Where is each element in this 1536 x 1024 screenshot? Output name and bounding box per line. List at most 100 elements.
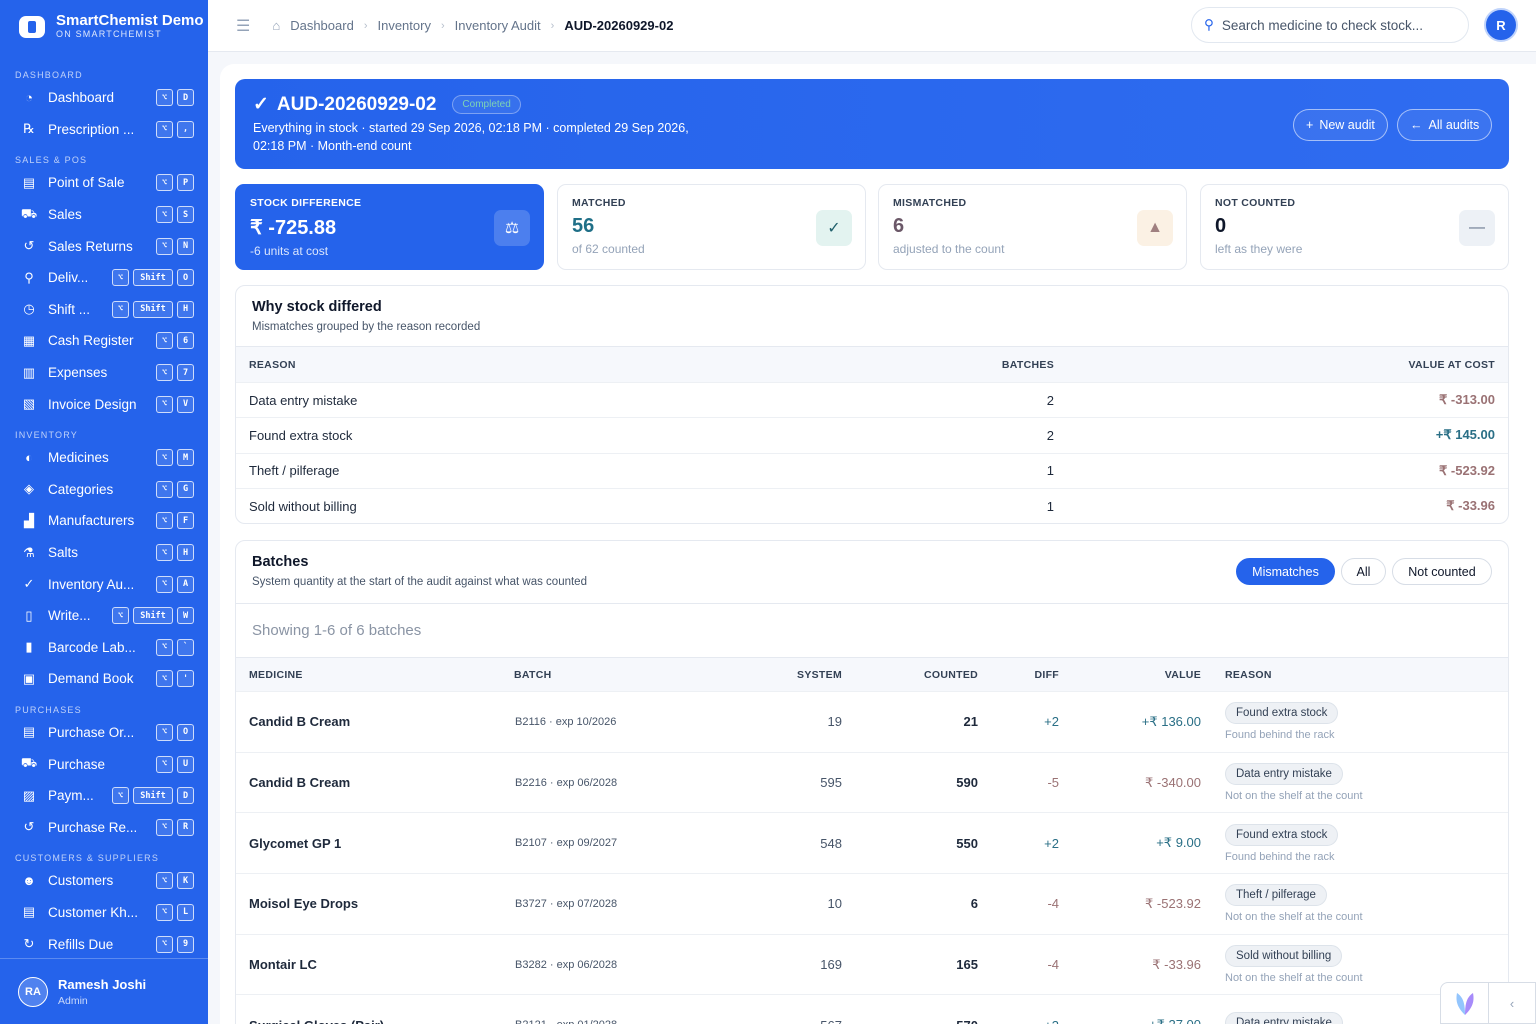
diff-value: ₹ -523.92 — [1145, 895, 1201, 911]
shortcut-key: V — [177, 395, 194, 413]
audit-header: ✓ AUD-20260929-02 Completed Everything i… — [235, 79, 1509, 169]
sidebar-item-sales[interactable]: ⛟ Sales ⌥ S — [0, 199, 208, 231]
sidebar-item-point-of-sale[interactable]: ▤ Point of Sale ⌥ P — [0, 167, 208, 199]
corner-widget: ‹ — [1440, 982, 1536, 1024]
topbar: ☰ ⌂ Dashboard › Inventory › Inventory Au… — [208, 0, 1536, 52]
stat-label: MISMATCHED — [893, 197, 967, 209]
leaf-logo-icon[interactable] — [1441, 983, 1489, 1023]
user-role: Admin — [58, 994, 88, 1007]
sidebar: SmartChemist Demo ON SMARTCHEMIST DASHBO… — [0, 0, 208, 1024]
showing-count: Showing 1-6 of 6 batches — [236, 603, 1508, 657]
shortcut-key: ⌥ — [156, 364, 173, 382]
reason-cell: Data entry mistake Not on the shelf at th… — [1225, 753, 1363, 813]
shortcut-key: O — [177, 269, 194, 287]
search-icon: ⚲ — [1204, 17, 1214, 32]
sidebar-item-label: Customer Kh... — [48, 904, 139, 920]
sidebar-item-customers[interactable]: ☻ Customers ⌥ K — [0, 865, 208, 897]
sidebar-item-refills-due[interactable]: ↻ Refills Due ⌥ 9 — [0, 928, 208, 958]
shortcut-key: ⌥ — [156, 512, 173, 530]
sidebar-section-title: SALES & POS — [15, 155, 88, 166]
brand[interactable]: SmartChemist Demo ON SMARTCHEMIST — [0, 0, 208, 52]
brand-name: SmartChemist Demo — [56, 11, 204, 29]
sidebar-item-label: Deliv... — [48, 270, 89, 286]
table-row: Moisol Eye Drops B3727 · exp 07/2028 10 6 -4… — [236, 873, 1508, 934]
audit-id: AUD-20260929-02 — [276, 93, 437, 115]
filter-not-counted[interactable]: Not counted — [1392, 558, 1492, 585]
user-profile[interactable]: RA Ramesh Joshi Admin — [0, 958, 208, 1024]
cart-icon: ⛟ — [20, 205, 38, 221]
shortcut-key: ⌥ — [156, 575, 173, 593]
sidebar-item-medicines[interactable]: ◐ Medicines ⌥ M — [0, 442, 208, 474]
medicine-name[interactable]: Moisol Eye Drops — [249, 874, 358, 934]
reason-note: Not on the shelf at the count — [1225, 911, 1363, 924]
medicine-name[interactable]: Candid B Cream — [249, 753, 350, 813]
medicine-name[interactable]: Candid B Cream — [249, 692, 350, 752]
breadcrumb-dashboard[interactable]: Dashboard — [290, 18, 354, 33]
stat-value: ₹ -725.88 — [250, 217, 337, 239]
reason-pill: Data entry mistake — [1225, 763, 1343, 786]
sidebar-item-inventory-au[interactable]: ✓ Inventory Au... ⌥ A — [0, 568, 208, 600]
col-diff: DIFF — [1034, 668, 1059, 681]
shortcut-key: ⌥ — [156, 723, 173, 741]
sidebar-item-expenses[interactable]: ▥ Expenses ⌥ 7 — [0, 357, 208, 389]
stat-label: MATCHED — [572, 197, 626, 209]
sidebar-item-salts[interactable]: ⚗ Salts ⌥ H — [0, 537, 208, 569]
shortcut-key: 6 — [177, 332, 194, 350]
breadcrumb-inventory[interactable]: Inventory — [377, 18, 430, 33]
sidebar-item-deliv[interactable]: ⚲ Deliv... ⌥ Shift O — [0, 262, 208, 294]
sidebar-item-barcode-lab[interactable]: ▮ Barcode Lab... ⌥ ` — [0, 632, 208, 664]
stat-card-not-counted: NOT COUNTED 0 left as they were — — [1200, 184, 1509, 270]
sidebar-item-cash-register[interactable]: ▦ Cash Register ⌥ 6 — [0, 325, 208, 357]
batch-info: B3727 · exp 07/2028 — [515, 897, 618, 910]
sidebar-item-label: Dashboard — [48, 90, 115, 106]
stat-sub: of 62 counted — [572, 242, 645, 256]
medicine-name[interactable]: Montair LC — [249, 935, 317, 995]
audit-description: Everything in stock · started 29 Sep 202… — [253, 121, 689, 153]
sidebar-item-write[interactable]: ▯ Write... ⌥ Shift W — [0, 600, 208, 632]
chevron-right-icon: › — [363, 19, 368, 32]
col-batch: BATCH — [514, 668, 552, 681]
menu-icon[interactable]: ☰ — [236, 16, 250, 36]
shortcut-key: K — [177, 872, 194, 890]
reason-note: Found behind the rack — [1225, 850, 1335, 863]
sidebar-item-demand-book[interactable]: ▣ Demand Book ⌥ ' — [0, 663, 208, 695]
medicine-name[interactable]: Surgical Gloves (Pair) — [249, 995, 384, 1024]
shortcut-key: ⌥ — [156, 872, 173, 890]
sidebar-item-manufacturers[interactable]: ▟ Manufacturers ⌥ F — [0, 505, 208, 537]
breadcrumb: ⌂ Dashboard › Inventory › Inventory Audi… — [272, 18, 673, 33]
new-audit-button[interactable]: + New audit — [1293, 109, 1388, 141]
search-input[interactable]: ⚲ Search medicine to check stock... — [1191, 7, 1469, 43]
shortcut-key: U — [177, 755, 194, 773]
medicine-name[interactable]: Glycomet GP 1 — [249, 813, 341, 873]
undo-icon: ↺ — [23, 819, 35, 835]
breadcrumb-inventory-audit[interactable]: Inventory Audit — [455, 18, 541, 33]
sidebar-item-invoice-design[interactable]: ▧ Invoice Design ⌥ V — [0, 388, 208, 420]
sidebar-item-customer-kh[interactable]: ▤ Customer Kh... ⌥ L — [0, 897, 208, 929]
filter-all[interactable]: All — [1341, 558, 1386, 585]
filter-mismatches[interactable]: Mismatches — [1236, 558, 1335, 585]
bike-icon: ⚲ — [24, 269, 34, 285]
sidebar-item-purchase-re[interactable]: ↺ Purchase Re... ⌥ R — [0, 811, 208, 843]
sidebar-item-categories[interactable]: ◈ Categories ⌥ G — [0, 474, 208, 506]
sidebar-item-prescription[interactable]: ℞ Prescription ... ⌥, — [0, 114, 208, 146]
counted-qty: 6 — [970, 896, 978, 912]
all-audits-button[interactable]: ← All audits — [1397, 109, 1493, 141]
reason-pill: Found extra stock — [1225, 702, 1339, 725]
shortcut-key: H — [177, 544, 194, 562]
counted-qty: 570 — [956, 995, 978, 1024]
chevron-left-icon[interactable]: ‹ — [1489, 983, 1535, 1023]
shortcut-key: Shift — [133, 269, 173, 287]
undo-icon: ↺ — [23, 238, 35, 254]
sidebar-item-label: Prescription ... — [48, 121, 135, 137]
shortcut-key: A — [177, 575, 194, 593]
sidebar-item-sales-returns[interactable]: ↺ Sales Returns ⌥ N — [0, 230, 208, 262]
sidebar-nav: DASHBOARD ◔ Dashboard ⌥ D ℞ Prescription ... ⌥,… — [0, 60, 208, 958]
sidebar-item-purchase[interactable]: ⛟ Purchase ⌥ U — [0, 748, 208, 780]
sidebar-item-paym[interactable]: ▨ Paym... ⌥ Shift D — [0, 780, 208, 812]
check-icon: ✓ — [816, 210, 852, 246]
account-avatar[interactable]: R — [1484, 8, 1518, 42]
sidebar-item-dashboard[interactable]: ◔ Dashboard ⌥ D — [0, 82, 208, 114]
table-row: Sold without billing 1 ₹ -33.96 — [236, 487, 1508, 523]
sidebar-item-purchase-or[interactable]: ▤ Purchase Or... ⌥ O — [0, 717, 208, 749]
sidebar-item-shift[interactable]: ◷ Shift ... ⌥ Shift H — [0, 294, 208, 326]
